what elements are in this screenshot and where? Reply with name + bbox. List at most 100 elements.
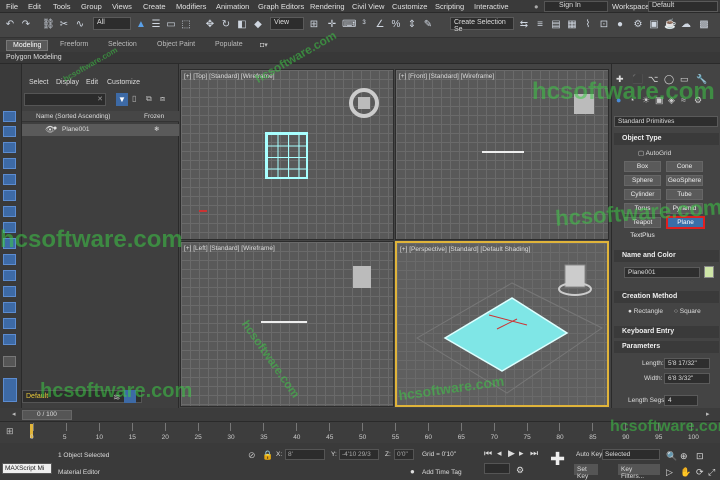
- menu-rendering[interactable]: Rendering: [310, 2, 345, 11]
- named-selection-set-dropdown[interactable]: Create Selection Se: [450, 17, 514, 33]
- display-hidden-icon[interactable]: [3, 318, 16, 329]
- spinner-snap-icon[interactable]: ⇕: [406, 18, 418, 31]
- menu-civil-view[interactable]: Civil View: [352, 2, 384, 11]
- go-to-start-icon[interactable]: ⏮: [484, 448, 492, 459]
- render-production-icon[interactable]: ☕: [664, 18, 676, 31]
- display-cameras-icon[interactable]: [3, 190, 16, 201]
- display-tab-icon[interactable]: ▭: [680, 74, 689, 85]
- viewport-layout-icon[interactable]: [3, 378, 17, 402]
- unlink-icon[interactable]: ✂: [58, 18, 70, 31]
- display-geometry-icon[interactable]: [3, 142, 16, 153]
- undo-icon[interactable]: ↶: [4, 18, 16, 31]
- angle-snap-icon[interactable]: ∠: [374, 18, 386, 31]
- textplus-button[interactable]: TextPlus: [624, 231, 661, 242]
- display-lights-icon[interactable]: [3, 174, 16, 185]
- schematic-view-icon[interactable]: ⊡: [598, 18, 610, 31]
- redo-icon[interactable]: ↷: [20, 18, 32, 31]
- square-radio[interactable]: ○ Square: [674, 308, 701, 315]
- render-dot-icon[interactable]: ●: [53, 125, 57, 132]
- sphere-button[interactable]: Sphere: [624, 175, 661, 186]
- utilities-tab-icon[interactable]: 🔧: [696, 74, 707, 85]
- rectangle-radio[interactable]: ● Rectangle: [628, 308, 663, 315]
- ribbon-options-icon[interactable]: ◘▾: [254, 40, 274, 51]
- edit-named-selection-icon[interactable]: ✎: [422, 18, 434, 31]
- place-icon[interactable]: ◆: [252, 18, 264, 31]
- explorer-option-icon-1[interactable]: ▯: [132, 94, 136, 103]
- expand-icon[interactable]: [3, 356, 16, 367]
- display-bones-icon[interactable]: [3, 270, 16, 281]
- width-field[interactable]: 6'8 3/32": [664, 373, 710, 384]
- tab-object-paint[interactable]: Object Paint: [151, 40, 201, 51]
- rectangle-selection-icon[interactable]: ▭: [165, 18, 177, 31]
- maximize-viewport-icon[interactable]: ⤢: [708, 467, 715, 478]
- menu-tools[interactable]: Tools: [53, 2, 71, 11]
- viewport-perspective[interactable]: [+] [Perspective] [Standard] [Default Sh…: [395, 241, 609, 407]
- previous-frame-icon[interactable]: ◂: [497, 448, 502, 459]
- rotate-icon[interactable]: ↻: [220, 18, 232, 31]
- column-frozen[interactable]: Frozen: [144, 113, 164, 120]
- set-key-button[interactable]: Set Key: [574, 464, 598, 480]
- length-segs-field[interactable]: 4: [664, 395, 698, 406]
- play-icon[interactable]: ▶: [508, 448, 515, 459]
- auto-key-button[interactable]: Auto Key: [576, 451, 602, 458]
- time-slider[interactable]: 0 / 100: [22, 410, 72, 420]
- box-button[interactable]: Box: [624, 161, 661, 172]
- viewport-label[interactable]: [+] [Front] [Standard] [Wireframe]: [399, 73, 494, 80]
- pyramid-button[interactable]: Pyramid: [666, 203, 703, 214]
- timeline-ruler[interactable]: ⊞ 0 5 10 15 20 25 30 35 40 45 50 55 60 65 70 75 80 85 90 95…: [0, 421, 720, 443]
- viewcube[interactable]: [353, 266, 371, 288]
- mirror-icon[interactable]: ⇆: [518, 18, 530, 31]
- menu-customize[interactable]: Customize: [392, 2, 427, 11]
- next-frame-icon[interactable]: ▸: [519, 448, 524, 459]
- key-filters-button[interactable]: Key Filters...: [618, 464, 660, 480]
- filter-icon[interactable]: ▼: [116, 93, 128, 106]
- plane-edge[interactable]: [261, 321, 307, 323]
- selected-dropdown[interactable]: Selected: [602, 449, 660, 460]
- current-frame-field[interactable]: [484, 463, 510, 474]
- time-tag-icon[interactable]: ●: [410, 467, 415, 476]
- time-configuration-icon[interactable]: ⚙: [516, 465, 524, 476]
- add-time-tag[interactable]: Add Time Tag: [422, 469, 462, 476]
- table-row[interactable]: 👁 ● Plane001 ❄: [22, 124, 179, 136]
- a360-gallery-icon[interactable]: ▩: [698, 18, 710, 31]
- column-name[interactable]: Name (Sorted Ascending): [36, 113, 110, 120]
- selection-lock-icon[interactable]: 🔒: [262, 450, 273, 461]
- display-space-warps-icon[interactable]: [3, 222, 16, 233]
- menu-create[interactable]: Create: [143, 2, 166, 11]
- explorer-search-input[interactable]: ✕: [24, 93, 106, 106]
- frozen-icon[interactable]: ❄: [154, 125, 159, 133]
- select-object-icon[interactable]: ▲: [135, 18, 147, 31]
- orbit-icon[interactable]: ⟳: [696, 467, 704, 478]
- viewport-top[interactable]: [+] [Top] [Standard] [Wireframe]: [180, 69, 394, 240]
- helpers-icon[interactable]: ◈: [668, 95, 675, 106]
- zoom-icon[interactable]: 🔍: [666, 451, 677, 462]
- lights-icon[interactable]: ☀: [642, 95, 650, 106]
- cameras-icon[interactable]: ▣: [655, 95, 664, 106]
- layer-stack-icon[interactable]: ≋: [113, 392, 121, 403]
- pivot-center-icon[interactable]: ⊞: [308, 18, 320, 31]
- torus-button[interactable]: Torus: [624, 203, 661, 214]
- zoom-extents-icon[interactable]: ⊡: [696, 451, 704, 462]
- display-xrefs-icon[interactable]: [3, 254, 16, 265]
- material-editor-icon[interactable]: ●: [614, 18, 626, 31]
- tab-populate[interactable]: Populate: [209, 40, 249, 51]
- select-by-name-icon[interactable]: ☰: [150, 18, 162, 31]
- menu-interactive[interactable]: Interactive: [474, 2, 509, 11]
- render-in-cloud-icon[interactable]: ☁: [680, 18, 692, 31]
- viewcube[interactable]: [358, 97, 370, 109]
- shapes-icon[interactable]: ◔: [629, 95, 634, 105]
- explorer-menu-customize[interactable]: Customize: [107, 79, 140, 86]
- display-children-icon[interactable]: [3, 334, 16, 345]
- explorer-option-icon-3[interactable]: ⧈: [160, 94, 165, 104]
- x-coordinate-field[interactable]: 8': [285, 449, 325, 460]
- polygon-modeling-bar[interactable]: Polygon Modeling: [0, 52, 720, 64]
- cone-button[interactable]: Cone: [666, 161, 703, 172]
- viewcube[interactable]: [574, 94, 594, 114]
- snaps-toggle-icon[interactable]: ³: [358, 18, 370, 31]
- name-and-color-header[interactable]: Name and Color: [614, 250, 719, 262]
- geometry-icon[interactable]: ●: [616, 95, 621, 105]
- set-key-icon[interactable]: ✚: [550, 449, 565, 470]
- hierarchy-tab-icon[interactable]: ⌥: [648, 74, 658, 85]
- viewcube-ring[interactable]: [349, 88, 379, 118]
- tube-button[interactable]: Tube: [666, 189, 703, 200]
